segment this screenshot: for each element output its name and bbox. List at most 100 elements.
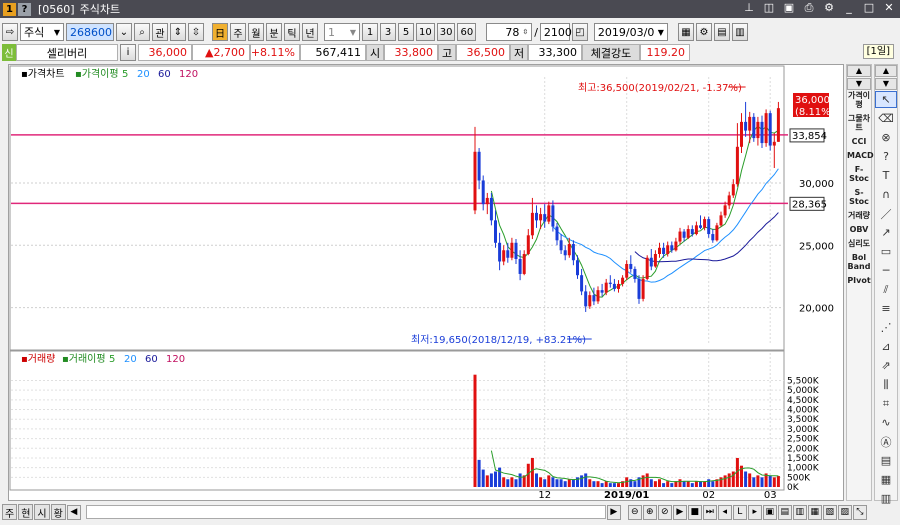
period-week[interactable]: 주 xyxy=(230,23,246,41)
calendar-icon[interactable]: ▦ xyxy=(875,471,897,488)
indicator-item-6[interactable]: 거래량 xyxy=(847,211,871,220)
scroll-left-icon[interactable]: ◀ xyxy=(66,504,81,520)
ray-tool-icon[interactable]: ↗ xyxy=(875,224,897,241)
indicator-item-2[interactable]: CCI xyxy=(847,137,871,146)
view5-icon[interactable]: ▧ xyxy=(822,504,837,520)
tab-week[interactable]: 주 xyxy=(2,504,18,520)
indicator-item-7[interactable]: OBV xyxy=(847,225,871,234)
up-down-icon[interactable]: ⇕ xyxy=(170,23,186,41)
fan-tool-icon[interactable]: ⋰ xyxy=(875,319,897,336)
pin-icon[interactable]: ⊥ xyxy=(742,1,756,15)
config-icon[interactable]: ⚙ xyxy=(695,23,712,41)
tab-current[interactable]: 현 xyxy=(18,504,34,520)
minimize-button[interactable]: _ xyxy=(842,1,856,15)
indicator-item-10[interactable]: PIvot xyxy=(847,276,871,285)
zoom-in-icon[interactable]: ⊕ xyxy=(642,504,657,520)
quick-60[interactable]: 60 xyxy=(457,23,477,41)
layout-icon[interactable]: ▦ xyxy=(677,23,694,41)
quick-10[interactable]: 10 xyxy=(416,23,435,41)
menu-arrow-icon[interactable]: ⇨ xyxy=(2,23,18,41)
print-icon[interactable]: ⎙ xyxy=(802,1,816,15)
stop-icon[interactable]: ■ xyxy=(687,504,702,520)
quick-3[interactable]: 3 xyxy=(380,23,396,41)
horizontal-scrollbar[interactable] xyxy=(85,505,606,519)
end-icon[interactable]: ⏭ xyxy=(702,504,717,520)
quick-30[interactable]: 30 xyxy=(436,23,456,41)
export-icon[interactable]: ▥ xyxy=(731,23,748,41)
period-minute[interactable]: 분 xyxy=(266,23,282,41)
view6-icon[interactable]: ▨ xyxy=(837,504,852,520)
info-button[interactable]: i xyxy=(120,44,136,61)
tab-status[interactable]: 황 xyxy=(50,504,66,520)
reset-icon[interactable]: ⊘ xyxy=(657,504,672,520)
code-dropdown-icon[interactable]: ⌄ xyxy=(116,23,132,41)
rectangle-tool-icon[interactable]: ▭ xyxy=(875,243,897,260)
day-period-icon[interactable]: 日 xyxy=(212,23,228,41)
channel-tool-icon[interactable]: ⫽ xyxy=(875,281,897,298)
zoom-out-icon[interactable]: ⊖ xyxy=(627,504,642,520)
stepper-icon[interactable]: ⇳ xyxy=(188,23,204,41)
tab-market[interactable]: 시 xyxy=(34,504,50,520)
eraser-icon[interactable]: ⌫ xyxy=(875,110,897,127)
draw-scroll-up-icon[interactable]: ▲ xyxy=(875,65,897,77)
maximize-button[interactable]: □ xyxy=(862,1,876,15)
hline-tool-icon[interactable]: ─ xyxy=(875,262,897,279)
indicator-item-1[interactable]: 그물차트 xyxy=(847,114,871,132)
close-button[interactable]: ✕ xyxy=(882,1,896,15)
scroll-up-icon[interactable]: ▲ xyxy=(847,65,871,77)
quick-5[interactable]: 5 xyxy=(398,23,414,41)
grid-tool-icon[interactable]: ⌗ xyxy=(875,395,897,412)
line-tool-icon[interactable]: ／ xyxy=(875,205,897,222)
indicator-item-0[interactable]: 가격이평 xyxy=(847,91,871,109)
stock-chart[interactable]: 30,000 25,000 20,000 5,500K5,000K4,500K4,00… xyxy=(9,65,845,502)
indicator-item-5[interactable]: S-Stoc xyxy=(847,188,871,206)
cursor-icon[interactable]: ↖ xyxy=(875,91,897,108)
view1-icon[interactable]: ▣ xyxy=(762,504,777,520)
wave-tool-icon[interactable]: ∿ xyxy=(875,414,897,431)
left-icon[interactable]: ◂ xyxy=(717,504,732,520)
cycle-tool-icon[interactable]: ⫼ xyxy=(875,376,897,393)
note-icon[interactable]: ▤ xyxy=(875,452,897,469)
delete-drawing-icon[interactable]: ⊗ xyxy=(875,129,897,146)
scroll-down-icon[interactable]: ▼ xyxy=(847,78,871,90)
chart-area[interactable]: 30,000 25,000 20,000 5,500K 5,000K 4,500K 4,00… xyxy=(8,64,844,501)
total-count-input[interactable]: 2100 xyxy=(539,23,572,41)
date-range-icon[interactable]: ◰ xyxy=(571,23,588,41)
interval-input[interactable]: 1 ▼ xyxy=(324,23,360,41)
save-icon[interactable]: ▤ xyxy=(713,23,730,41)
latest-icon[interactable]: L xyxy=(732,504,747,520)
resize-icon[interactable]: ⤡ xyxy=(852,504,867,520)
window-number-icon[interactable]: 1 xyxy=(3,2,16,16)
arrow-tool-icon[interactable]: ⇗ xyxy=(875,357,897,374)
gann-tool-icon[interactable]: ⊿ xyxy=(875,338,897,355)
magnet-icon[interactable]: ∩ xyxy=(875,186,897,203)
period-tick[interactable]: 틱 xyxy=(284,23,300,41)
play-icon[interactable]: ▶ xyxy=(672,504,687,520)
period-year[interactable]: 년 xyxy=(302,23,318,41)
help-icon[interactable]: ? xyxy=(18,2,31,16)
related-button[interactable]: 관 xyxy=(152,23,168,41)
right-icon[interactable]: ▸ xyxy=(747,504,762,520)
indicator-item-3[interactable]: MACD xyxy=(847,151,874,160)
market-select[interactable]: 주식 ▼ xyxy=(20,23,64,41)
indicator-item-9[interactable]: Bol Band xyxy=(847,253,871,271)
search-button[interactable]: ⌕ xyxy=(134,23,150,41)
link-icon[interactable]: ◫ xyxy=(762,1,776,15)
help-question-icon[interactable]: ? xyxy=(875,148,897,165)
date-input[interactable]: 2019/03/0 ▼ xyxy=(593,23,668,41)
capture-icon[interactable]: ▣ xyxy=(782,1,796,15)
view3-icon[interactable]: ▥ xyxy=(792,504,807,520)
stock-code-input[interactable]: 268600 xyxy=(66,23,114,41)
view2-icon[interactable]: ▤ xyxy=(777,504,792,520)
period-month[interactable]: 월 xyxy=(248,23,264,41)
view4-icon[interactable]: ▦ xyxy=(807,504,822,520)
draw-scroll-down-icon[interactable]: ▼ xyxy=(875,78,897,90)
indicator-item-4[interactable]: F-Stoc xyxy=(847,165,871,183)
auto-tool-icon[interactable]: Ⓐ xyxy=(875,433,897,450)
scroll-right-icon[interactable]: ▶ xyxy=(606,504,621,520)
indicator-item-8[interactable]: 심리도 xyxy=(847,239,871,248)
fibonacci-icon[interactable]: ≡ xyxy=(875,300,897,317)
count-input[interactable]: 78 ⇳ xyxy=(486,23,533,41)
quick-1[interactable]: 1 xyxy=(362,23,378,41)
text-tool-icon[interactable]: T xyxy=(875,167,897,184)
